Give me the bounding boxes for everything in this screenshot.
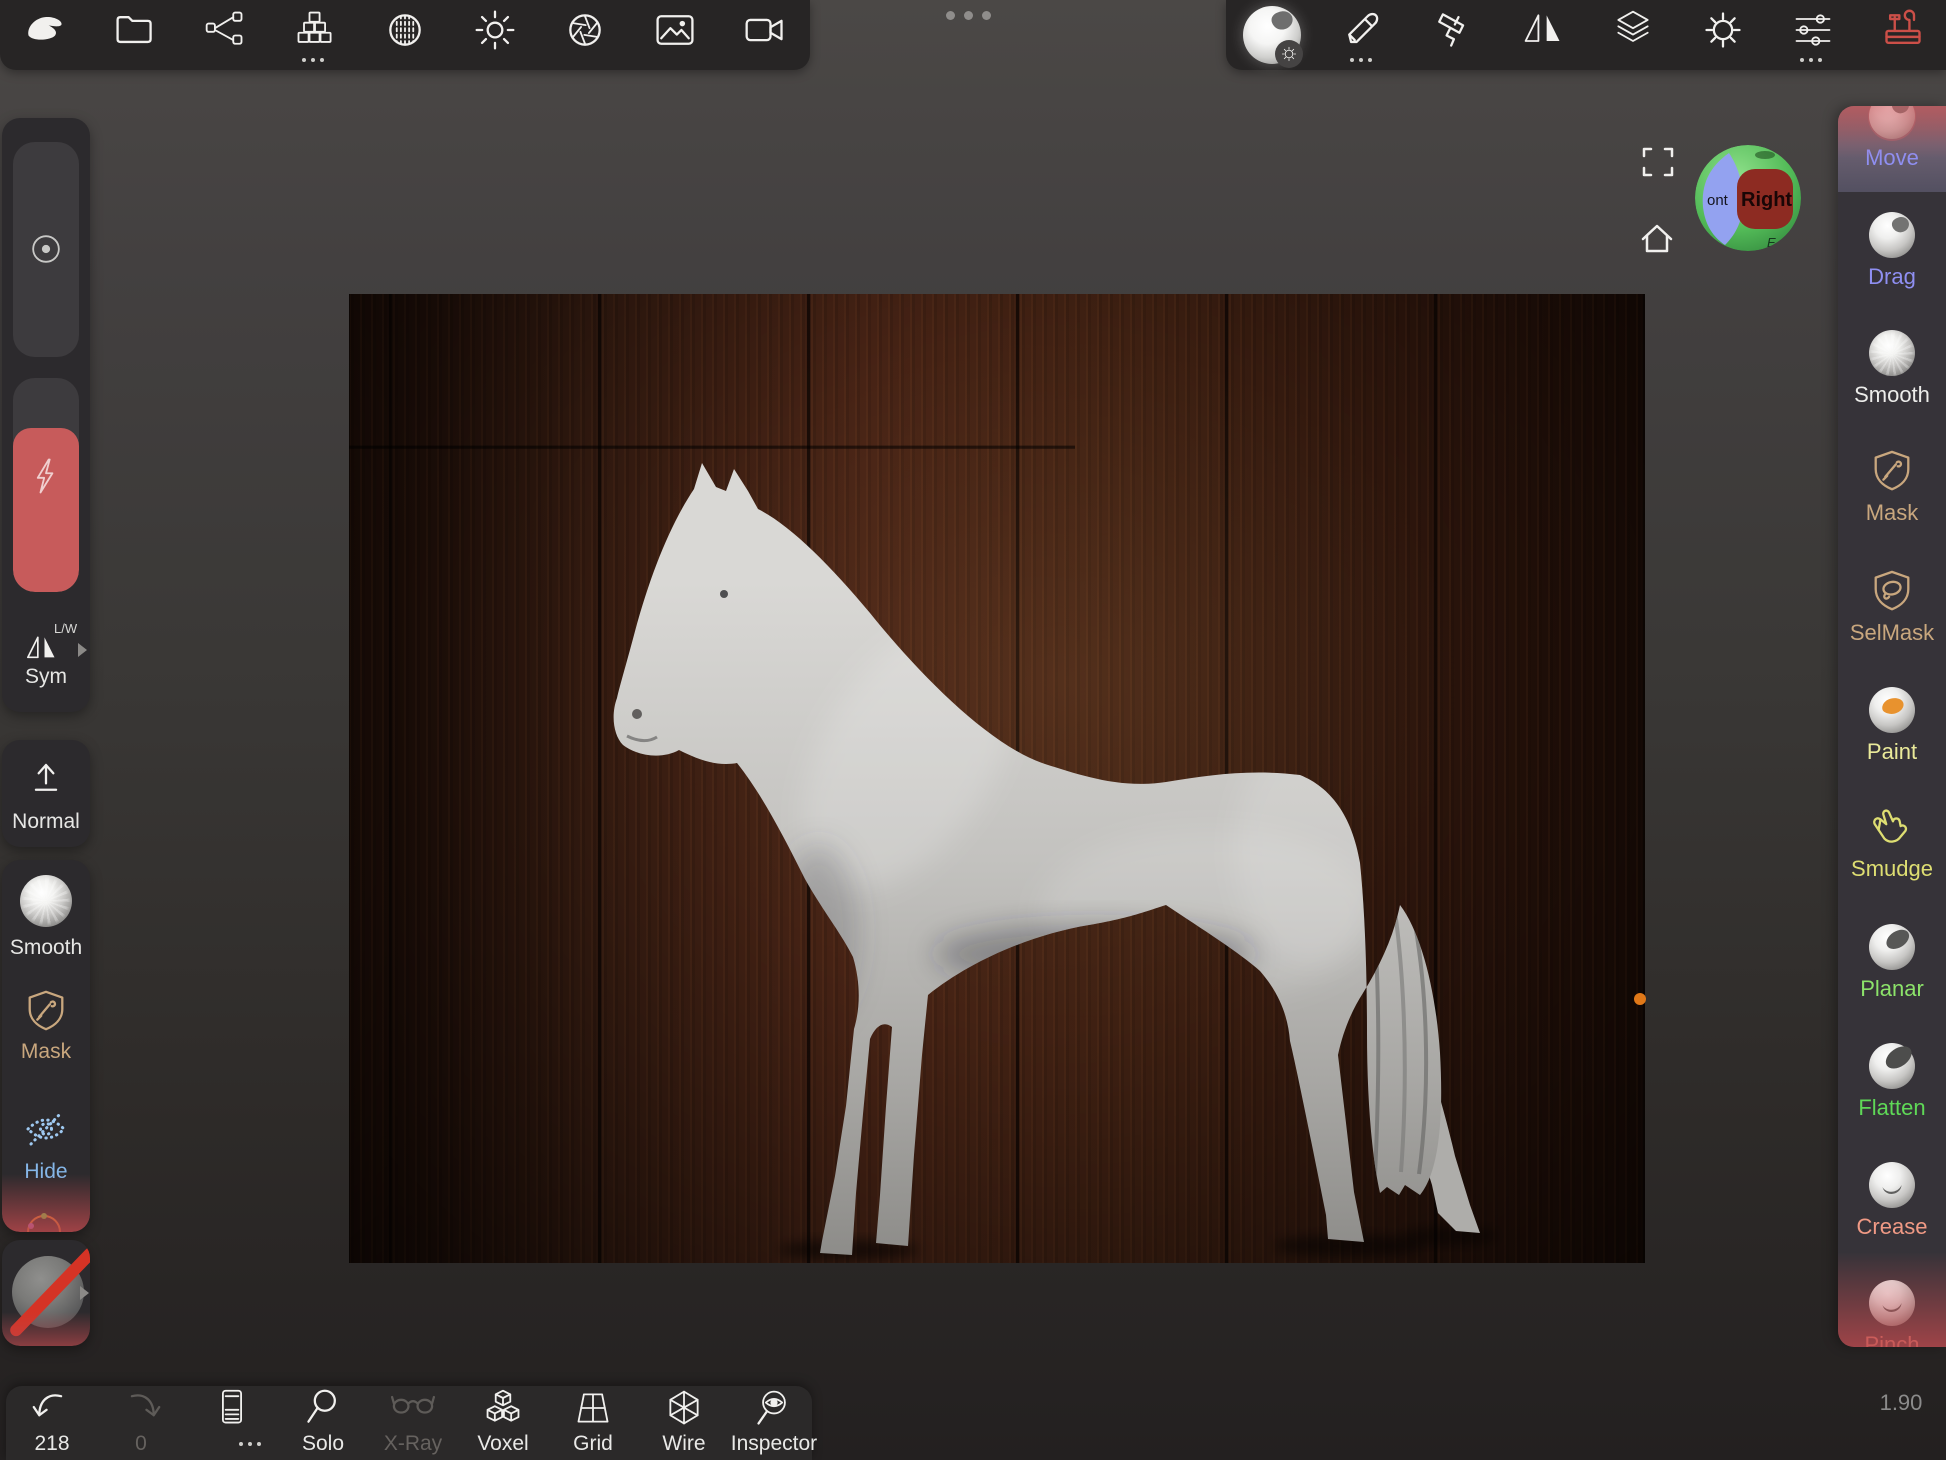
history-more-dots [239,1442,261,1446]
tool-pinch[interactable]: Pinch [1838,1279,1946,1347]
symmetry-button[interactable]: L/W Sym [2,607,90,707]
left-panel-sliders-sym: L/W Sym [2,118,90,712]
open-folder-icon[interactable] [113,1,157,59]
camera-icon[interactable] [743,1,787,59]
left-panel-normal[interactable]: Normal [2,740,90,847]
tool-mask[interactable]: Mask [1838,448,1946,526]
horse-model: " [349,294,1645,1263]
scene-graph-icon[interactable] [203,1,247,59]
brush-panel-scroll-fade [2,1174,90,1232]
layers-stack-icon[interactable] [1611,1,1655,59]
redo-count: 0 [96,1432,186,1456]
topology-sphere-icon[interactable] [383,1,427,59]
fullscreen-button[interactable] [1638,142,1678,182]
wood-seam [349,445,1075,448]
brush-settings-gear-badge[interactable] [1275,40,1303,68]
inspector-button[interactable]: Inspector [729,1386,819,1460]
tool-drag[interactable]: Drag [1838,211,1946,290]
settings-gear-icon[interactable] [1701,1,1745,59]
grid-button[interactable]: Grid [548,1386,638,1460]
orientation-gizmo[interactable]: ont Right E [1693,143,1803,253]
symmetry-expand-chevron [78,643,87,657]
tool-smudge[interactable]: Smudge [1838,804,1946,882]
home-view-button[interactable] [1637,218,1677,258]
tool-paint[interactable]: Paint [1838,686,1946,765]
sliders-icon[interactable] [1791,1,1835,59]
tool-crease[interactable]: Crease [1838,1161,1946,1240]
undo-button[interactable]: 218 [7,1386,97,1460]
stroke-more-dots [1350,58,1372,62]
tool-move[interactable]: Move [1838,106,1946,171]
layer-pyramid-more-dots [302,58,324,62]
version-text: 1.90 [1856,1390,1946,1416]
smooth-brush-button[interactable] [20,874,72,926]
redo-button[interactable]: 0 [96,1386,186,1460]
hide-button[interactable] [22,1104,70,1157]
xray-button[interactable]: X-Ray [368,1386,458,1460]
tool-flatten[interactable]: Flatten [1838,1042,1946,1121]
normal-label: Normal [2,810,90,834]
orange-marker-dot[interactable] [1634,993,1646,1005]
gizmo-bottom-label: E [1767,235,1776,250]
left-panel-brushes: Smooth Mask Hide [2,860,90,1232]
background-image-icon[interactable] [653,1,697,59]
gizmo-front-label: ont [1707,192,1729,209]
tool-planar[interactable]: Planar [1838,923,1946,1002]
falloff-expand-chevron [80,1286,89,1300]
normal-arrow-icon [24,752,68,800]
smooth-brush-label: Smooth [2,936,90,960]
postprocess-aperture-icon[interactable] [563,1,607,59]
radius-slider[interactable] [13,142,79,357]
nomad-logo-icon[interactable] [23,1,67,59]
symmetry-label: Sym [2,665,90,689]
gizmo-right-label: Right [1741,189,1792,211]
mask-brush-button[interactable] [23,988,69,1039]
undo-count: 218 [7,1432,97,1456]
solo-button[interactable]: Solo [278,1386,368,1460]
viewport-canvas[interactable]: " [349,294,1645,1263]
layer-pyramid-icon[interactable] [293,1,337,59]
bottom-toolbar: 218 0 Solo X-Ray Voxel Grid [6,1386,812,1460]
material-roller-icon[interactable] [1431,1,1475,59]
symmetry-mirror-icon[interactable] [1521,1,1565,59]
active-brush-sphere-icon[interactable] [1243,6,1301,64]
left-panel-falloff[interactable] [2,1240,90,1346]
top-toolbar-right [1226,0,1946,70]
intensity-slider[interactable] [13,378,79,592]
stroke-pencil-icon[interactable] [1341,1,1385,59]
history-pages-button[interactable] [187,1386,277,1460]
viewport-menu-dots[interactable] [946,11,991,20]
voxel-button[interactable]: Voxel [458,1386,548,1460]
falloff-panel-scroll-fade [2,1312,90,1346]
symmetry-icon [22,629,62,669]
mask-brush-label: Mask [2,1040,90,1064]
lighting-sun-icon[interactable] [473,1,517,59]
sculpt-tools-sidebar: Move Drag Smooth Mask SelMask P [1838,106,1946,1347]
sliders-more-dots [1800,58,1822,62]
tool-smooth[interactable]: Smooth [1838,329,1946,408]
tool-selmask[interactable]: SelMask [1838,568,1946,646]
top-toolbar-left [0,0,810,70]
wire-button[interactable]: Wire [639,1386,729,1460]
app-window: " 235 MB / 1.4 Scene vertices： 489k [0,0,1946,1460]
toolbox-icon[interactable] [1881,1,1925,59]
